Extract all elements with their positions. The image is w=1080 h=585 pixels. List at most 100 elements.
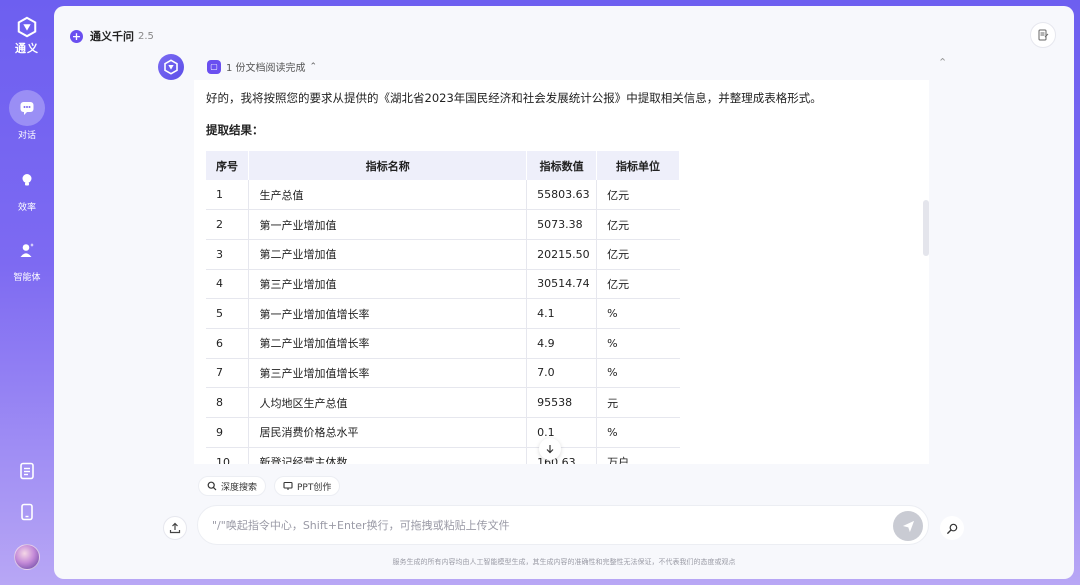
- cell-index: 9: [206, 417, 250, 448]
- sidebar: 通义 对话 效率 智能体: [0, 0, 54, 585]
- new-chat-button[interactable]: +: [70, 29, 83, 43]
- nav-label-efficiency: 效率: [17, 203, 36, 213]
- tongyi-logo-icon: [17, 16, 37, 38]
- logo-text: 通义: [15, 42, 39, 55]
- nav-icon-wrap: [9, 90, 45, 126]
- nav-icon-wrap: [9, 232, 45, 268]
- header-index: 序号: [206, 151, 250, 180]
- chevron-up-icon: ⌃: [309, 61, 318, 72]
- cell-indicator-value: 0.1: [526, 417, 598, 448]
- voice-search-icon: [946, 523, 957, 534]
- cell-indicator-unit: 亿元: [596, 239, 680, 270]
- assistant-avatar: [158, 54, 184, 80]
- upload-button[interactable]: [163, 516, 187, 540]
- document-icon[interactable]: [17, 461, 37, 481]
- nav-item-efficiency[interactable]: 效率: [9, 162, 45, 213]
- cell-index: 6: [206, 328, 250, 359]
- table-row: 7 第三产业增加值增长率 7.0%: [206, 358, 680, 389]
- voice-search-button[interactable]: [940, 516, 964, 540]
- cell-indicator-value: 5073.38: [526, 209, 598, 240]
- nav-item-chat[interactable]: 对话: [9, 90, 45, 141]
- cell-indicator-unit: %: [596, 358, 680, 389]
- cell-indicator-unit: 亿元: [596, 180, 680, 211]
- cell-indicator-unit: %: [596, 417, 680, 448]
- tablet-icon[interactable]: [17, 502, 37, 522]
- send-icon: [902, 520, 914, 532]
- nav-label-agent: 智能体: [13, 273, 41, 283]
- logo[interactable]: 通义: [15, 16, 39, 56]
- file-icon: ▢: [207, 59, 221, 74]
- cell-indicator-unit: 万户: [596, 447, 680, 464]
- ppt-label: PPT创作: [297, 482, 332, 493]
- send-button[interactable]: [893, 511, 923, 541]
- document-edit-icon: [1038, 29, 1049, 41]
- cell-index: 4: [206, 269, 250, 300]
- disclaimer: 服务生成的所有内容均由人工智能模型生成，其生成内容的准确性和完整性无法保证，不代…: [392, 558, 736, 566]
- topbar: + 通义千问 2.5: [70, 28, 154, 44]
- table-row: 8 人均地区生产总值 95538 元: [206, 387, 680, 418]
- table-row: 4 第三产业增加值 30514.74 亿元: [206, 269, 680, 300]
- cell-indicator-value: 30514.74: [526, 269, 598, 300]
- nav-label-chat: 对话: [17, 131, 36, 141]
- table-body: 1 生产总值 55803.63 亿元 2 第一产业增加值 5073.38 亿元 3 第二产业增加值…: [206, 180, 680, 464]
- cell-index: 1: [206, 180, 250, 211]
- cell-index: 2: [206, 209, 250, 240]
- doc-read-status[interactable]: ▢ 1 份文档阅读完成 ⌃: [207, 59, 317, 74]
- cell-indicator-name: 居民消费价格总水平: [248, 417, 528, 448]
- main-panel: + 通义千问 2.5 ▢ 1 份文档阅读完成 ⌃ ⌃ 好的，我将按照您的要求从提…: [54, 6, 1074, 579]
- ppt-creation-chip[interactable]: PPT创作: [274, 476, 341, 496]
- cell-indicator-value: 95538: [526, 387, 598, 418]
- tongyi-logo-icon: [164, 59, 178, 75]
- lightbulb-icon: [22, 174, 32, 186]
- presentation-icon: [283, 481, 293, 490]
- scroll-to-bottom-button[interactable]: [539, 438, 561, 460]
- model-version: 2.5: [138, 30, 154, 42]
- prompt-input[interactable]: [212, 518, 892, 532]
- cell-indicator-name: 第一产业增加值增长率: [248, 298, 528, 329]
- cell-index: 7: [206, 358, 250, 389]
- table-row: 5 第一产业增加值增长率 4.1%: [206, 298, 680, 329]
- table-row: 1 生产总值 55803.63 亿元: [206, 180, 680, 211]
- header-indicator-unit: 指标单位: [596, 151, 680, 180]
- user-avatar[interactable]: [14, 544, 40, 570]
- model-name[interactable]: 通义千问: [90, 28, 134, 44]
- document-panel-button[interactable]: [1030, 22, 1056, 48]
- cell-indicator-name: 生产总值: [248, 180, 528, 211]
- cell-indicator-value: 4.1: [526, 298, 598, 329]
- agent-icon: [20, 243, 34, 257]
- cell-index: 10: [206, 447, 250, 464]
- cell-indicator-name: 第二产业增加值: [248, 239, 528, 270]
- scrollbar[interactable]: [923, 200, 929, 256]
- cell-indicator-name: 新登记经营主体数: [248, 447, 528, 464]
- collapse-message-button[interactable]: ⌃: [938, 56, 947, 69]
- prompt-input-box: [197, 505, 929, 545]
- doc-status-text: 1 份文档阅读完成: [226, 63, 306, 74]
- result-title: 提取结果：: [206, 123, 264, 137]
- cell-indicator-name: 第二产业增加值增长率: [248, 328, 528, 359]
- cell-indicator-name: 人均地区生产总值: [248, 387, 528, 418]
- table-row: 10 新登记经营主体数 160.63 万户: [206, 447, 680, 464]
- cell-index: 3: [206, 239, 250, 270]
- chat-icon: [20, 102, 34, 115]
- cell-indicator-value: 4.9: [526, 328, 598, 359]
- deep-search-label: 深度搜索: [221, 482, 258, 493]
- cell-indicator-name: 第三产业增加值增长率: [248, 358, 528, 389]
- deep-search-chip[interactable]: 深度搜索: [198, 476, 267, 496]
- cell-index: 5: [206, 298, 250, 329]
- cell-indicator-name: 第一产业增加值: [248, 209, 528, 240]
- upload-icon: [169, 522, 181, 534]
- header-indicator-name: 指标名称: [248, 151, 528, 180]
- cell-indicator-unit: 亿元: [596, 209, 680, 240]
- table-header-row: 序号 指标名称 指标数值 指标单位: [206, 151, 680, 180]
- cell-indicator-name: 第三产业增加值: [248, 269, 528, 300]
- cell-indicator-value: 7.0: [526, 358, 598, 389]
- nav-item-agent[interactable]: 智能体: [9, 232, 45, 283]
- header-indicator-value: 指标数值: [526, 151, 598, 180]
- cell-indicator-value: 20215.50: [526, 239, 598, 270]
- cell-indicator-unit: %: [596, 328, 680, 359]
- nav-icon-wrap: [9, 162, 45, 198]
- answer-intro: 好的，我将按照您的要求从提供的《湖北省2023年国民经济和社会发展统计公报》中提…: [206, 91, 822, 105]
- assistant-answer: 好的，我将按照您的要求从提供的《湖北省2023年国民经济和社会发展统计公报》中提…: [194, 80, 929, 464]
- table-row: 3 第二产业增加值 20215.50 亿元: [206, 239, 680, 270]
- table-row: 9 居民消费价格总水平 0.1%: [206, 417, 680, 448]
